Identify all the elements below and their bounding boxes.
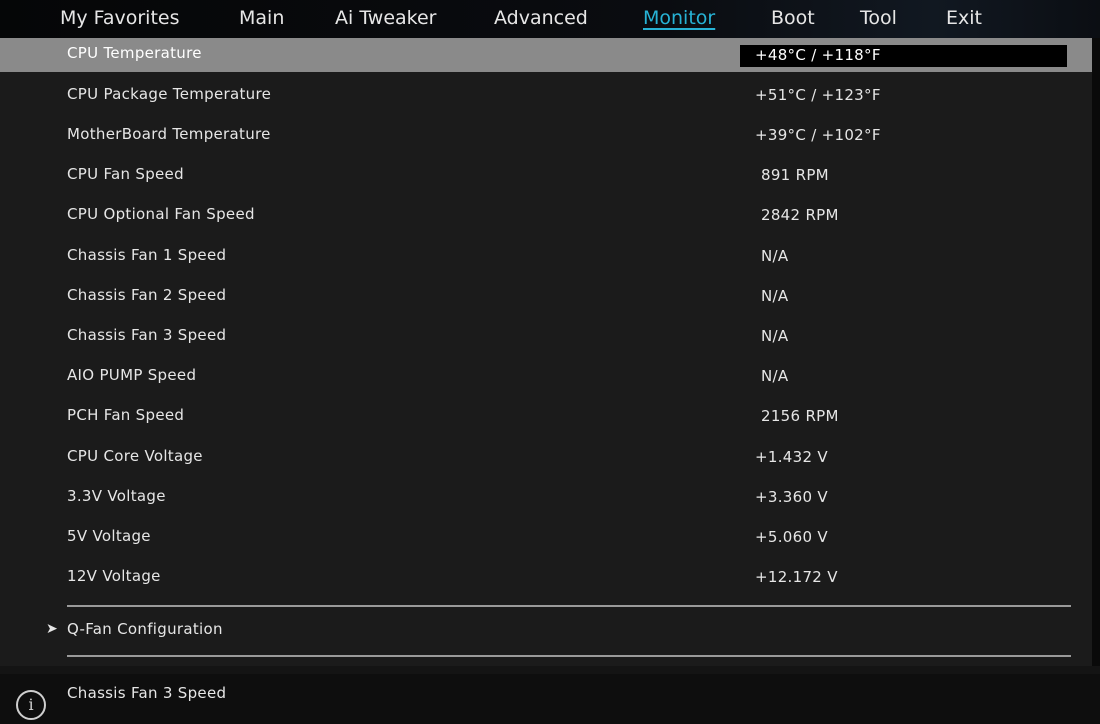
monitor-row-value: 2156 RPM (761, 407, 839, 425)
help-text: Chassis Fan 3 Speed (67, 684, 227, 702)
monitor-row-label: CPU Package Temperature (67, 85, 272, 103)
monitor-row-value: 2842 RPM (761, 206, 839, 224)
monitor-row-value: +5.060 V (755, 528, 828, 546)
monitor-row-label: 12V Voltage (67, 567, 161, 585)
submenu-label: Q-Fan Configuration (67, 620, 223, 638)
monitor-row-label: MotherBoard Temperature (67, 125, 271, 143)
monitor-row-label: CPU Temperature (67, 44, 202, 62)
divider (67, 605, 1071, 607)
tab-exit[interactable]: Exit (946, 4, 982, 34)
monitor-row-chassis-fan-1-speed[interactable]: Chassis Fan 1 Speed N/A (0, 240, 1092, 274)
monitor-row-value: +3.360 V (755, 488, 828, 506)
tab-tool[interactable]: Tool (860, 4, 897, 34)
monitor-row-value: +1.432 V (755, 448, 828, 466)
tab-advanced[interactable]: Advanced (494, 4, 588, 34)
monitor-row-value: +39°C / +102°F (755, 126, 881, 144)
monitor-row-value: N/A (761, 367, 789, 385)
top-menu-bar: My Favorites Main Ai Tweaker Advanced Mo… (0, 0, 1100, 38)
monitor-row-value: +12.172 V (755, 568, 838, 586)
monitor-row-cpu-package-temperature[interactable]: CPU Package Temperature +51°C / +123°F (0, 79, 1092, 113)
info-icon: i (16, 690, 46, 720)
tab-ai-tweaker[interactable]: Ai Tweaker (335, 4, 436, 34)
divider (67, 655, 1071, 657)
submenu-arrow-icon: ➤ (46, 621, 58, 637)
monitor-row-label: CPU Fan Speed (67, 165, 184, 183)
monitor-row-value: N/A (761, 327, 789, 345)
monitor-row-label: Chassis Fan 2 Speed (67, 286, 227, 304)
monitor-row-chassis-fan-3-speed[interactable]: Chassis Fan 3 Speed N/A (0, 320, 1092, 354)
monitor-row-label: PCH Fan Speed (67, 406, 185, 424)
help-bar: i Chassis Fan 3 Speed (0, 674, 1100, 724)
monitor-row-label: 5V Voltage (67, 527, 151, 545)
monitor-row-label: Chassis Fan 1 Speed (67, 246, 227, 264)
tab-monitor[interactable]: Monitor (643, 4, 715, 34)
monitor-row-label: Chassis Fan 3 Speed (67, 326, 227, 344)
monitor-row-aio-pump-speed[interactable]: AIO PUMP Speed N/A (0, 360, 1092, 394)
tab-boot[interactable]: Boot (771, 4, 815, 34)
submenu-q-fan-configuration[interactable]: ➤ Q-Fan Configuration (0, 619, 1092, 645)
monitor-row-label: 3.3V Voltage (67, 487, 166, 505)
scrollbar-track[interactable] (1092, 38, 1100, 666)
monitor-row-value: +51°C / +123°F (755, 86, 881, 104)
monitor-row-cpu-temperature[interactable]: CPU Temperature +48°C / +118°F (0, 38, 1092, 72)
tab-my-favorites[interactable]: My Favorites (60, 4, 180, 34)
monitor-row-motherboard-temperature[interactable]: MotherBoard Temperature +39°C / +102°F (0, 119, 1092, 153)
monitor-row-label: AIO PUMP Speed (67, 366, 197, 384)
monitor-row-cpu-fan-speed[interactable]: CPU Fan Speed 891 RPM (0, 159, 1092, 193)
monitor-row-chassis-fan-2-speed[interactable]: Chassis Fan 2 Speed N/A (0, 280, 1092, 314)
monitor-row-12v-voltage[interactable]: 12V Voltage +12.172 V (0, 561, 1092, 595)
monitor-row-value: 891 RPM (761, 166, 829, 184)
monitor-row-value: N/A (761, 287, 789, 305)
monitor-row-value: N/A (761, 247, 789, 265)
tab-main[interactable]: Main (239, 4, 284, 34)
monitor-row-3-3v-voltage[interactable]: 3.3V Voltage +3.360 V (0, 481, 1092, 515)
monitor-row-5v-voltage[interactable]: 5V Voltage +5.060 V (0, 521, 1092, 555)
monitor-row-pch-fan-speed[interactable]: PCH Fan Speed 2156 RPM (0, 400, 1092, 434)
monitor-row-label: CPU Optional Fan Speed (67, 205, 255, 223)
monitor-row-cpu-optional-fan-speed[interactable]: CPU Optional Fan Speed 2842 RPM (0, 199, 1092, 233)
monitor-row-label: CPU Core Voltage (67, 447, 203, 465)
monitor-row-cpu-core-voltage[interactable]: CPU Core Voltage +1.432 V (0, 441, 1092, 475)
monitor-row-value: +48°C / +118°F (755, 46, 881, 64)
monitor-value-highlight: +48°C / +118°F (740, 45, 1067, 67)
